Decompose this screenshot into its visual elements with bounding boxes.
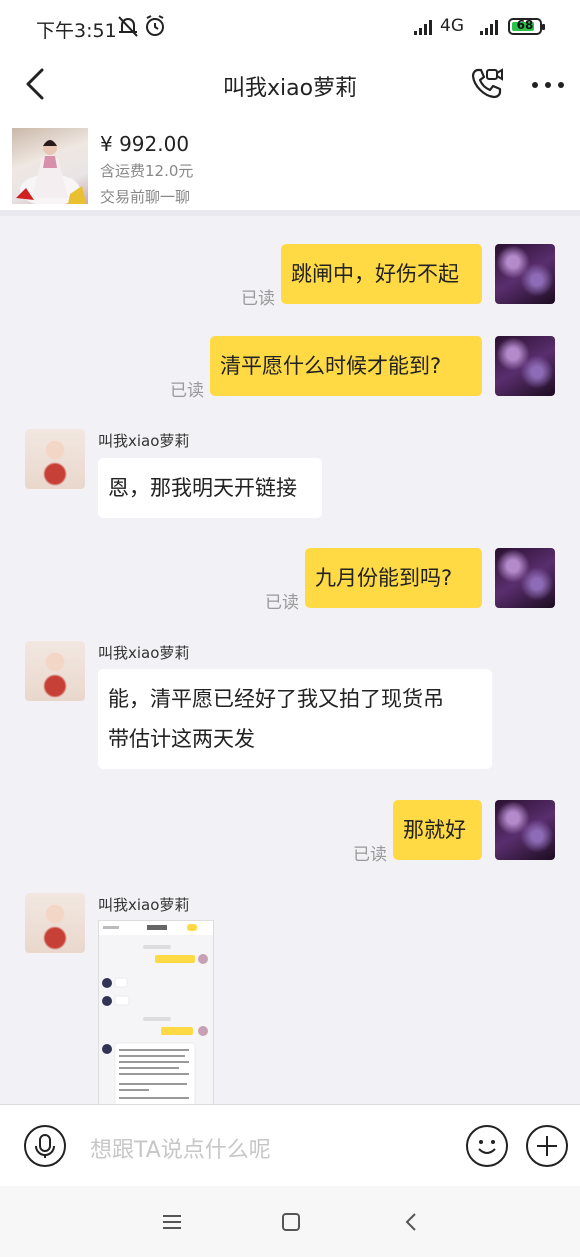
self-avatar[interactable] [495,548,555,608]
screenshot-thumbnail [99,921,213,1104]
chat-header: 叫我xiao萝莉 [0,56,580,116]
message-bubble-outgoing[interactable]: 那就好 [393,800,482,860]
product-figure-illustration [16,140,86,204]
emoji-button[interactable] [466,1125,508,1167]
menu-icon[interactable] [160,1210,184,1234]
peer-name: 叫我xiao萝莉 [98,432,190,450]
peer-name: 叫我xiao萝莉 [98,644,190,662]
voice-input-button[interactable] [24,1125,66,1167]
plus-icon [537,1136,557,1156]
self-avatar[interactable] [495,336,555,396]
chat-prompt: 交易前聊一聊 [100,188,191,206]
battery-indicator: 68 [508,18,545,35]
read-status: 已读 [265,593,299,613]
self-avatar[interactable] [495,800,555,860]
peer-avatar[interactable] [25,893,85,953]
message-list[interactable]: 已读 跳闸中，好伤不起 已读 清平愿什么时候才能到? 叫我xiao萝莉 恩，那我… [0,222,580,1104]
message-bubble-incoming[interactable]: 能，清平愿已经好了我又拍了现货吊 带估计这两天发 [98,669,492,769]
message-bubble-incoming[interactable]: 恩，那我明天开链接 [98,458,322,518]
peer-name: 叫我xiao萝莉 [98,896,190,914]
home-icon[interactable] [279,1210,303,1234]
signal-icon-2 [480,20,498,35]
self-avatar[interactable] [495,244,555,304]
input-bar: 想跟TA说点什么呢 [0,1104,580,1186]
signal-icon [414,20,432,35]
shipping-fee: 含运费12.0元 [100,162,194,180]
read-status: 已读 [353,845,387,865]
peer-avatar[interactable] [25,429,85,489]
battery-level: 68 [516,18,534,32]
message-bubble-outgoing[interactable]: 九月份能到吗? [305,548,482,608]
image-message[interactable] [98,920,214,1104]
product-card[interactable]: ¥ 992.00 含运费12.0元 交易前聊一聊 [0,116,580,216]
nav-back-icon[interactable] [400,1210,424,1234]
message-text-line: 带估计这两天发 [108,727,255,751]
network-type: 4G [440,16,464,36]
chat-screen: 下午3:51 4G 68 叫我xiao萝莉 ¥ 992.00 含运费12.0元 … [0,0,580,1257]
status-bar: 下午3:51 4G 68 [0,0,580,56]
message-text-line: 能，清平愿已经好了我又拍了现货吊 [108,687,444,711]
product-image[interactable] [12,128,88,204]
message-bubble-outgoing[interactable]: 清平愿什么时候才能到? [210,336,482,396]
read-status: 已读 [241,289,275,309]
microphone-icon [35,1134,55,1158]
alarm-icon [146,15,164,36]
more-actions-button[interactable] [526,1125,568,1167]
message-input[interactable]: 想跟TA说点什么呢 [90,1132,271,1164]
product-price: ¥ 992.00 [100,132,190,156]
video-call-icon[interactable] [470,66,504,100]
read-status: 已读 [170,381,204,401]
message-bubble-outgoing[interactable]: 跳闸中，好伤不起 [281,244,482,304]
system-nav-bar [0,1186,580,1257]
more-icon[interactable] [530,70,566,100]
peer-avatar[interactable] [25,641,85,701]
smiley-icon [478,1140,496,1154]
status-time: 下午3:51 [36,20,117,42]
mute-bell-icon [118,16,138,37]
